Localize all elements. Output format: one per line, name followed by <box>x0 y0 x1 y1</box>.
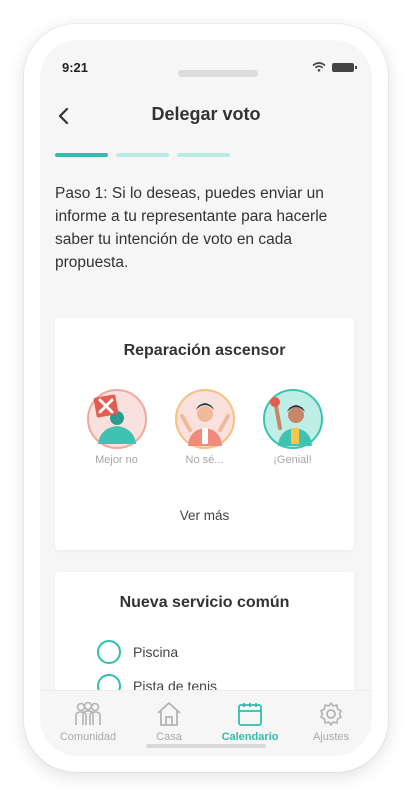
status-time: 9:21 <box>62 60 89 75</box>
gear-icon <box>320 702 342 726</box>
page-title: Delegar voto <box>151 104 261 124</box>
vote-option-no-se[interactable]: No sé... <box>172 388 238 466</box>
bottom-tab-bar: Comunidad Casa Calendario Ajustes <box>40 690 372 756</box>
tab-comunidad[interactable]: Comunidad <box>53 701 123 743</box>
proposal-card-ascensor: Reparación ascensor Mejor no No sé... ¡G… <box>55 318 354 550</box>
app-screen: 9:21 Delegar voto Paso 1: Si lo deseas, … <box>40 40 372 756</box>
radio-label: Piscina <box>133 644 179 660</box>
tab-label: Casa <box>156 731 182 743</box>
wifi-icon <box>312 62 326 72</box>
battery-icon <box>332 62 357 72</box>
calendar-icon <box>238 703 262 726</box>
intro-text: Paso 1: Si lo deseas, puedes enviar un i… <box>55 185 328 271</box>
tab-ajustes[interactable]: Ajustes <box>296 701 366 743</box>
proposal-title: Reparación ascensor <box>123 342 286 359</box>
step-progress <box>55 153 230 157</box>
home-indicator <box>146 744 266 748</box>
vote-option-label: Mejor no <box>95 454 138 466</box>
phone-frame: 9:21 Delegar voto Paso 1: Si lo deseas, … <box>24 24 388 772</box>
step-3-indicator <box>177 153 230 157</box>
vote-option-mejor-no[interactable]: Mejor no <box>84 388 150 466</box>
tab-label: Ajustes <box>312 731 350 743</box>
step-2-indicator <box>116 153 169 157</box>
vote-option-genial[interactable]: ¡Genial! <box>260 388 326 466</box>
thumbs-up-avatar-icon <box>262 389 323 449</box>
shrug-avatar-icon <box>174 389 235 449</box>
thumbs-down-avatar-icon <box>86 389 147 449</box>
people-icon <box>75 701 101 725</box>
radio-button[interactable] <box>97 640 121 664</box>
vote-option-label: No sé... <box>185 454 224 466</box>
phone-speaker <box>178 70 258 77</box>
vote-options: Mejor no No sé... ¡Genial! <box>55 388 354 466</box>
tab-label: Calendario <box>221 731 279 743</box>
status-indicators <box>312 62 357 72</box>
radio-option-piscina[interactable]: Piscina <box>97 640 178 664</box>
step-1-indicator <box>55 153 108 157</box>
tab-calendario[interactable]: Calendario <box>215 701 285 743</box>
tab-casa[interactable]: Casa <box>134 701 204 743</box>
page-header: Delegar voto <box>40 96 372 136</box>
house-icon <box>157 702 181 726</box>
tab-label: Comunidad <box>59 731 117 743</box>
see-more-link[interactable]: Ver más <box>55 508 354 523</box>
vote-option-label: ¡Genial! <box>273 454 312 466</box>
proposal-title: Nueva servicio común <box>119 594 290 611</box>
